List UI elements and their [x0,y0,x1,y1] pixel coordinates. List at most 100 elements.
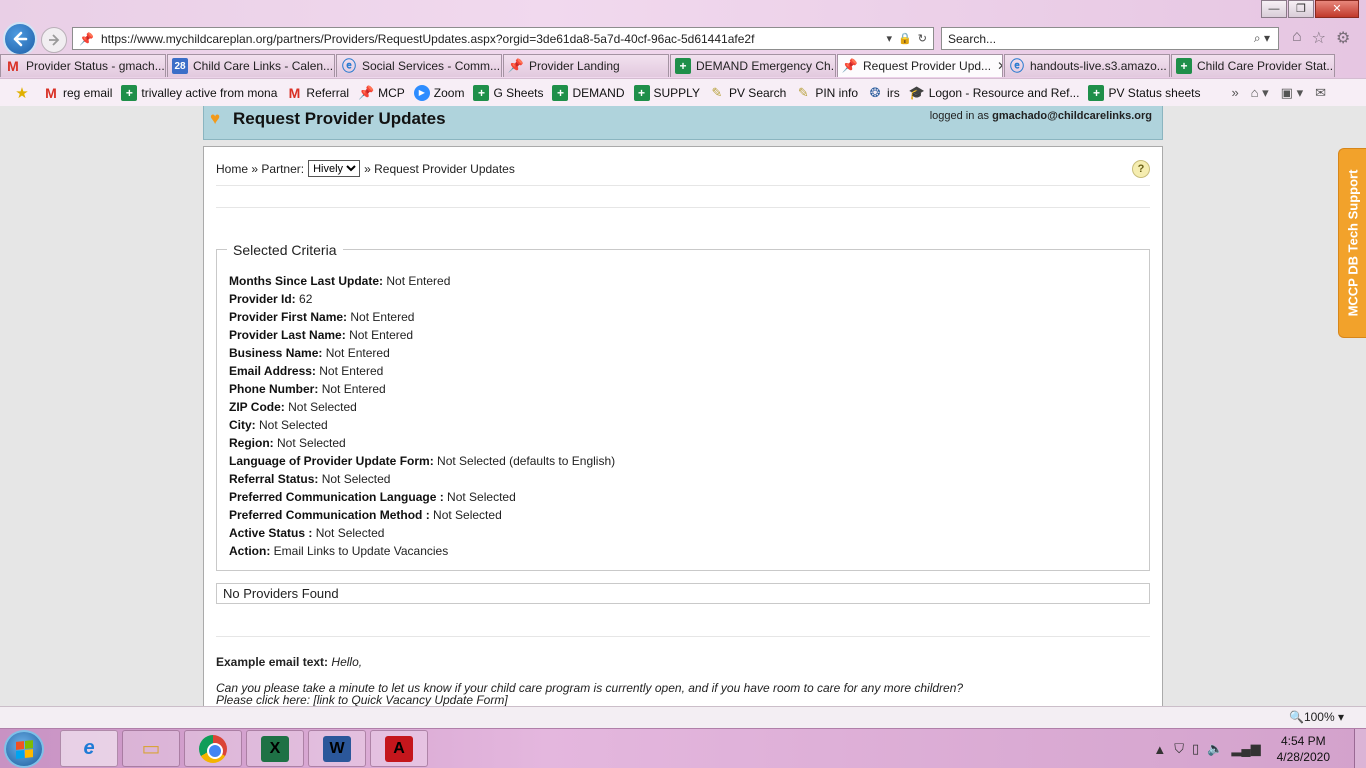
tab-social-services[interactable]: ⓔ Social Services - Comm... [336,54,502,77]
back-button[interactable] [3,22,37,56]
chrome-icon [199,734,227,763]
fav-irs[interactable]: ❂ irs [867,85,900,101]
criteria-value: Not Selected [288,400,357,414]
tab-demand-emergency[interactable]: + DEMAND Emergency Ch... [670,54,836,77]
sheets-icon: + [121,84,138,101]
divider [216,636,1150,637]
home-icon[interactable]: ⌂ ▾ [1251,85,1269,101]
tab-request-provider-updates[interactable]: 📌 Request Provider Upd... ✕ [837,54,1003,77]
mail-icon[interactable]: ✉ [1315,85,1326,101]
fav-supply[interactable]: + SUPPLY [633,84,700,101]
tab-provider-landing[interactable]: 📌 Provider Landing [503,54,669,77]
settings-gear-icon[interactable]: ⚙ [1336,28,1350,48]
criteria-label: Preferred Communication Language : [229,490,444,504]
show-desktop-button[interactable] [1354,729,1366,768]
fav-label: PIN info [815,85,859,100]
battery-icon[interactable]: ▯ [1192,741,1199,757]
maximize-button[interactable]: ❐ [1288,0,1314,18]
criteria-row: Provider Last Name: Not Entered [229,326,615,344]
clock[interactable]: 4:54 PM 4/28/2020 [1277,733,1330,765]
breadcrumb: Home » Partner: Hively » Request Provide… [216,160,515,177]
ie-icon: ⓔ [342,58,356,74]
divider [216,207,1150,208]
criteria-value: Not Selected [321,472,391,486]
volume-icon[interactable]: 🔈 [1207,741,1223,757]
fav-mcp[interactable]: 📌 MCP [358,85,405,101]
criteria-row: Business Name: Not Entered [229,344,615,362]
refresh-icon[interactable]: ↻ [918,32,927,45]
tab-handouts-live[interactable]: ⓔ handouts-live.s3.amazo... [1004,54,1170,77]
fav-zoom[interactable]: ▶ Zoom [413,84,464,101]
partner-label: Partner: [261,161,305,176]
address-url[interactable]: https://www.mychildcareplan.org/partners… [101,32,887,46]
address-bar[interactable]: 📌 https://www.mychildcareplan.org/partne… [72,27,934,50]
taskbar-chrome[interactable] [184,730,242,767]
fav-pv-search[interactable]: ✎ PV Search [709,85,787,101]
taskbar-acrobat[interactable]: A [370,730,428,767]
graduation-cap-icon: 🎓 [908,84,925,100]
criteria-value: Not Entered [319,364,384,378]
forward-button[interactable] [41,27,67,53]
close-tab-icon[interactable]: ✕ [991,59,1002,73]
heart-icon: ♥ [210,109,221,128]
tab-provider-status[interactable]: M Provider Status - gmach... [0,54,166,77]
star-icon: ★ [15,84,29,102]
acrobat-icon: A [385,735,413,762]
fav-logon-resource[interactable]: 🎓 Logon - Resource and Ref... [909,85,1080,101]
criteria-value: Not Entered [386,274,451,288]
start-button[interactable] [4,730,44,768]
criteria-label: Active Status : [229,526,313,540]
criteria-row: Action: Email Links to Update Vacancies [229,542,615,560]
page-viewport: ♥ Request Provider Updates logged in as … [0,106,1366,706]
search-icon[interactable]: ⌕ ▾ [1254,31,1278,46]
breadcrumb-home-link[interactable]: Home [216,162,248,176]
clock-time: 4:54 PM [1280,734,1326,748]
partner-select[interactable]: Hively [308,160,361,177]
favorites-star-icon[interactable]: ☆ [1312,28,1326,48]
home-icon[interactable]: ⌂ [1292,28,1302,48]
lock-icon[interactable]: 🔒 [898,32,912,45]
tab-label: handouts-live.s3.amazo... [1030,59,1167,73]
search-box[interactable]: ⌕ ▾ [941,27,1279,50]
criteria-row: Referral Status: Not Selected [229,470,615,488]
logged-in-label: logged in as [929,110,990,122]
favorites-icon[interactable]: ★ [14,84,34,102]
criteria-row: City: Not Selected [229,416,615,434]
pv-icon: ✎ [797,84,809,100]
criteria-label: Region: [229,436,274,450]
fav-pin-info[interactable]: ✎ PIN info [795,85,858,101]
network-signal-icon[interactable]: ▂▄▆ [1231,741,1260,757]
criteria-label: Provider Id: [229,292,296,306]
rss-icon[interactable]: ▣ ▾ [1281,85,1303,101]
help-icon[interactable]: ? [1132,160,1150,178]
show-hidden-icons-icon[interactable]: ▲ [1153,742,1166,757]
criteria-row: Provider First Name: Not Entered [229,308,615,326]
taskbar-excel[interactable]: X [246,730,304,767]
fav-pv-status-sheets[interactable]: + PV Status sheets [1088,84,1201,101]
fav-label: Referral [306,85,350,100]
minimize-button[interactable]: — [1261,0,1287,18]
tab-label: Child Care Links - Calen... [193,59,334,73]
fav-label: PV Search [728,85,787,100]
taskbar-file-explorer[interactable]: ▭ [122,730,180,767]
taskbar-internet-explorer[interactable]: e [60,730,118,767]
fav-trivalley[interactable]: + trivalley active from mona [121,84,277,101]
fav-g-sheets[interactable]: + G Sheets [473,84,543,101]
shield-icon[interactable]: ⛉ [1174,741,1184,757]
fav-demand[interactable]: + DEMAND [552,84,625,101]
fav-referral[interactable]: M Referral [286,85,350,101]
tab-child-care-provider-status[interactable]: + Child Care Provider Stat... [1171,54,1335,77]
sheets-icon: + [1176,58,1192,74]
tech-support-tab[interactable]: MCCP DB Tech Support [1338,148,1366,338]
fav-reg-email[interactable]: Mreg email [43,85,112,101]
zoom-level[interactable]: 🔍100% ▾ [1289,710,1344,724]
dropdown-icon[interactable]: ▾ [887,32,893,45]
search-input[interactable] [948,31,1254,46]
close-window-button[interactable]: ✕ [1315,0,1359,18]
tab-strip: M Provider Status - gmach... 28 Child Ca… [0,54,1366,78]
example-email-text: Example email text: Hello, Can you pleas… [216,655,1150,706]
tab-child-care-links-calendar[interactable]: 28 Child Care Links - Calen... [167,54,335,77]
chevron-more-icon[interactable]: » [1231,85,1238,100]
taskbar-word[interactable]: W [308,730,366,767]
tab-label: Request Provider Upd... [863,59,992,73]
